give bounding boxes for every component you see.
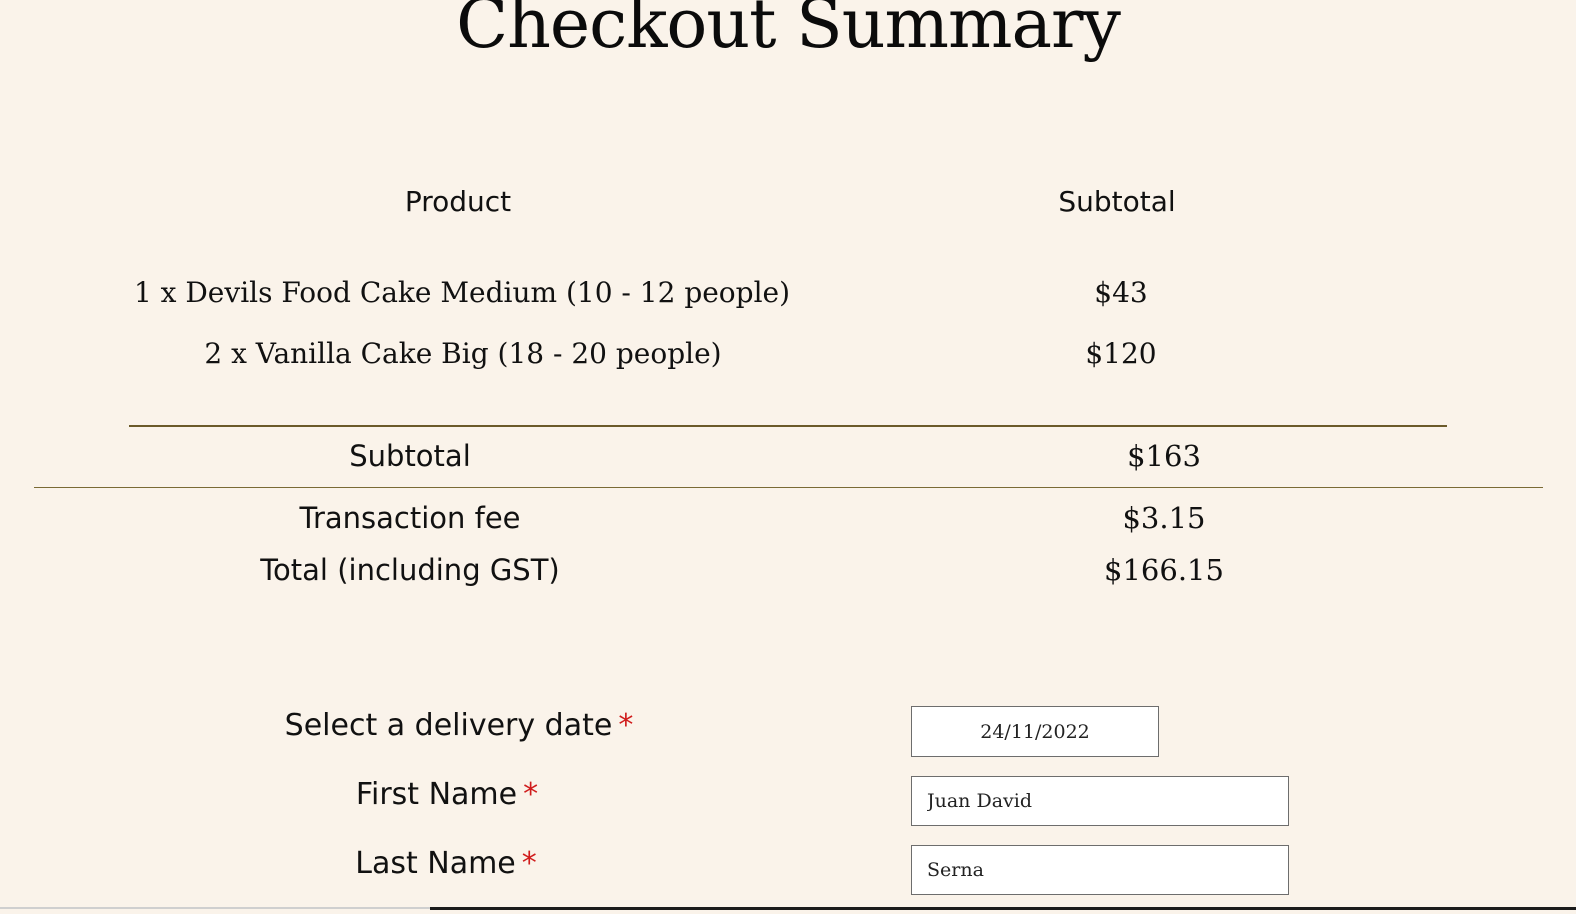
line-item-description: 1 x Devils Food Cake Medium (10 - 12 peo… <box>133 276 791 309</box>
first-name-input[interactable] <box>911 776 1289 826</box>
required-marker: * <box>521 846 537 881</box>
subtotal-value: $163 <box>1127 439 1201 473</box>
product-column-header: Product <box>404 185 512 218</box>
last-name-label: Last Name * <box>355 845 537 883</box>
required-marker: * <box>523 777 539 812</box>
total-value: $166.15 <box>1104 553 1224 587</box>
delivery-date-label-text: Select a delivery date <box>284 708 613 743</box>
bottom-edge-line <box>0 907 430 909</box>
subtotal-divider <box>34 487 1543 488</box>
first-name-label: First Name * <box>356 776 538 814</box>
first-name-label-text: First Name <box>355 777 518 812</box>
line-item-description: 2 x Vanilla Cake Big (18 - 20 people) <box>204 337 722 370</box>
delivery-date-label: Select a delivery date * <box>285 707 634 745</box>
subtotal-column-header: Subtotal <box>1058 185 1176 218</box>
last-name-input[interactable] <box>911 845 1289 895</box>
subtotal-label: Subtotal <box>349 439 471 473</box>
transaction-fee-value: $3.15 <box>1122 501 1206 535</box>
checkout-page: Checkout Summary Product Subtotal 1 x De… <box>0 0 1576 914</box>
page-title: Checkout Summary <box>456 0 1121 64</box>
bottom-edge-line <box>430 907 1576 910</box>
transaction-fee-label: Transaction fee <box>299 501 521 535</box>
line-item-price: $120 <box>1085 337 1157 370</box>
items-divider <box>129 425 1447 427</box>
required-marker: * <box>618 708 634 743</box>
total-label: Total (including GST) <box>260 553 560 587</box>
delivery-date-input[interactable] <box>911 706 1159 757</box>
last-name-label-text: Last Name <box>355 846 516 881</box>
line-item-price: $43 <box>1094 276 1148 309</box>
